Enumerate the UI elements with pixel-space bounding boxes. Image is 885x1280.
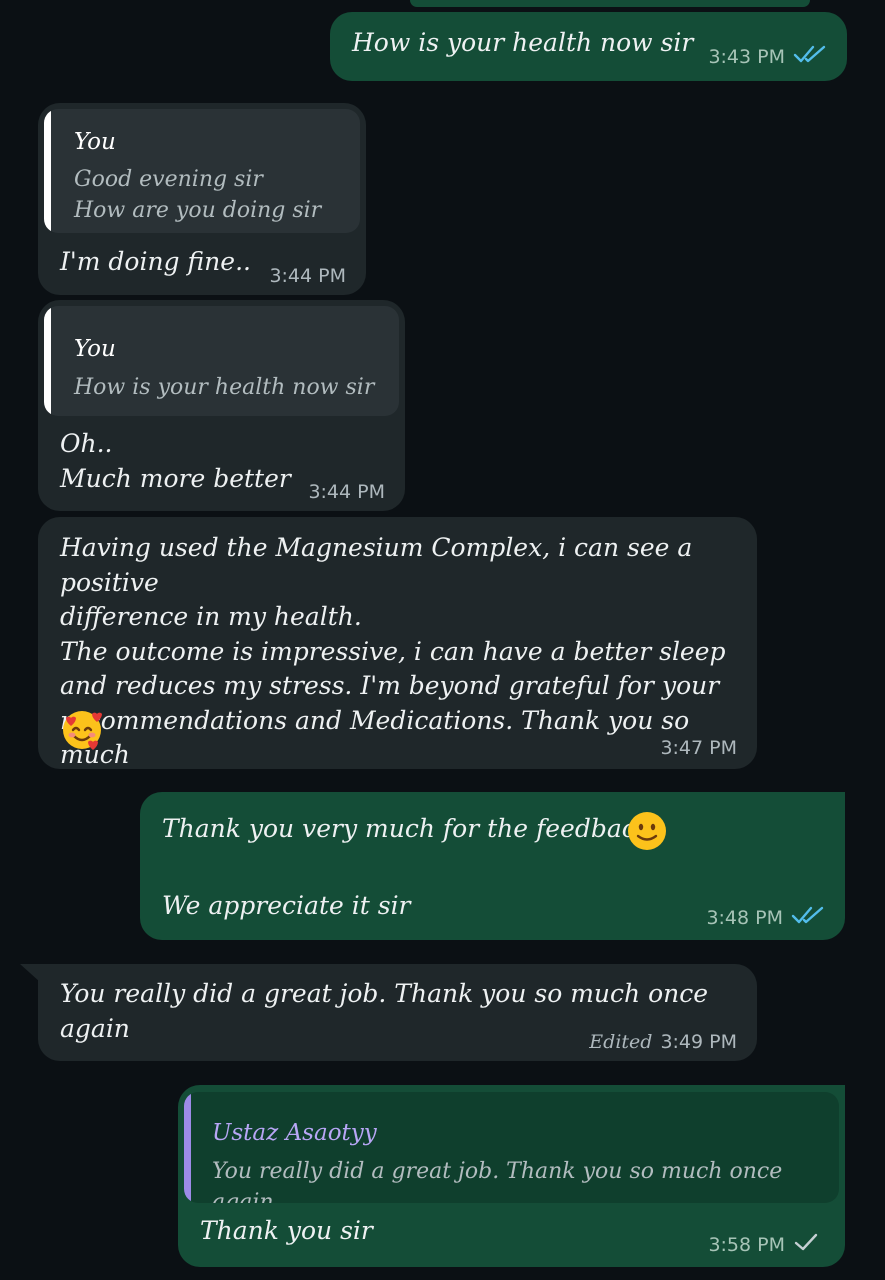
- message-time: 3:58 PM: [708, 1233, 785, 1256]
- quote-author: You: [74, 336, 116, 362]
- edited-label: Edited: [589, 1031, 653, 1053]
- message-text: Thank you very much for the feedback: [162, 814, 651, 843]
- message-time: 3:47 PM: [660, 737, 737, 759]
- message-text: Thank you sir: [200, 1216, 373, 1245]
- double-check-read-icon: [793, 44, 827, 69]
- message-meta: 3:44 PM: [269, 265, 346, 287]
- message-bubble-outgoing[interactable]: How is your health now sir 3:43 PM: [330, 12, 847, 81]
- quote-text: How is your health now sir: [74, 375, 375, 400]
- message-bubble-outgoing[interactable]: Ustaz Asaotyy You really did a great job…: [178, 1085, 845, 1267]
- bubble-tail: [20, 964, 40, 982]
- quote-text: Good evening sir How are you doing sir: [74, 167, 322, 223]
- double-check-read-icon: [791, 905, 825, 930]
- message-time: 3:44 PM: [308, 481, 385, 503]
- quote-bar: [184, 1092, 191, 1203]
- message-text: Having used the Magnesium Complex, i can…: [60, 533, 726, 769]
- message-meta: 3:47 PM: [660, 737, 737, 759]
- quoted-message[interactable]: You How is your health now sir: [44, 306, 399, 416]
- quoted-message[interactable]: You Good evening sir How are you doing s…: [44, 109, 360, 233]
- message-meta: Edited 3:49 PM: [589, 1031, 737, 1053]
- message-time: 3:49 PM: [660, 1031, 737, 1053]
- message-text-line2: We appreciate it sir: [162, 891, 411, 920]
- message-text: How is your health now sir: [352, 28, 694, 57]
- message-text: Oh.. Much more better: [60, 429, 291, 493]
- message-meta: 3:48 PM: [706, 905, 825, 930]
- message-text: I'm doing fine..: [60, 247, 251, 276]
- message-bubble-incoming[interactable]: You Good evening sir How are you doing s…: [38, 103, 366, 295]
- message-bubble-incoming[interactable]: You How is your health now sir Oh.. Much…: [38, 300, 405, 511]
- quoted-message[interactable]: Ustaz Asaotyy You really did a great job…: [184, 1092, 839, 1203]
- message-meta: 3:58 PM: [708, 1232, 819, 1257]
- previous-message-edge: [410, 0, 810, 7]
- quote-bar: [44, 109, 51, 233]
- quote-bar: [44, 306, 51, 416]
- single-check-sent-icon: [793, 1232, 819, 1257]
- message-bubble-outgoing[interactable]: Thank you very much for the feedback We …: [140, 792, 845, 940]
- message-time: 3:43 PM: [708, 45, 785, 68]
- smiling-face-with-hearts-emoji: [60, 708, 104, 756]
- message-time: 3:48 PM: [706, 906, 783, 929]
- slightly-smiling-face-emoji: [626, 810, 668, 856]
- message-bubble-incoming[interactable]: Having used the Magnesium Complex, i can…: [38, 517, 757, 769]
- quote-author: Ustaz Asaotyy: [212, 1120, 377, 1146]
- message-meta: 3:43 PM: [708, 44, 827, 69]
- quote-text: You really did a great job. Thank you so…: [212, 1159, 783, 1203]
- quote-author: You: [74, 129, 116, 155]
- message-bubble-incoming[interactable]: You really did a great job. Thank you so…: [38, 964, 757, 1061]
- message-meta: 3:44 PM: [308, 481, 385, 503]
- message-time: 3:44 PM: [269, 265, 346, 287]
